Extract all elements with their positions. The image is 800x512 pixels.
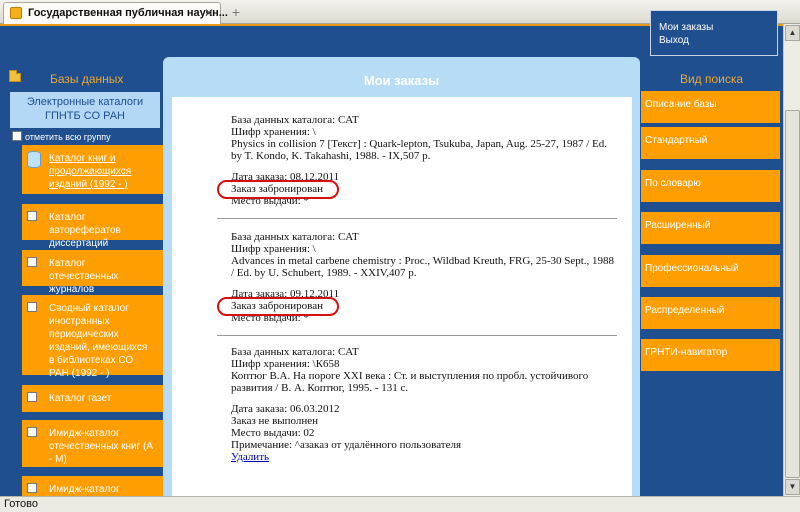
order-shelf: Шифр хранения: \К658 [231,358,340,370]
browser-tab[interactable]: Государственная публичная научн... ✕ [3,2,228,24]
catalog-item[interactable]: Имидж-каталог [22,476,163,496]
catalog-checkbox[interactable] [27,257,37,267]
search-type-distributed[interactable]: Распределенный [641,297,780,329]
search-type-standard[interactable]: Стандартный [641,127,780,159]
divider [217,335,617,336]
catalog-item-label[interactable]: Каталог авторефератов диссертаций [49,211,155,250]
order-status: Заказ не выполнен [231,415,319,427]
order-entry: База данных каталога: CAT Шифр хранения:… [217,231,619,324]
new-tab-button[interactable]: + [226,4,246,20]
order-date: Дата заказа: 06.03.2012 [231,403,340,415]
catalog-item-label[interactable]: Имидж-каталог отечественных книг (А - М) [49,427,155,466]
page-title: Мои заказы [363,73,440,88]
catalog-item[interactable]: Сводный каталог иностранных периодически… [22,295,163,379]
my-orders-link[interactable]: Мои заказы [659,21,777,34]
catalog-item-label[interactable]: Сводный каталог иностранных периодически… [49,302,155,380]
order-place: Место выдачи: 02 [231,427,315,439]
user-menu: Мои заказы Выход [650,10,778,56]
logout-link[interactable]: Выход [659,34,777,47]
search-type-grnti[interactable]: ГРНТИ-навигатор [641,339,780,371]
delete-link[interactable]: Удалить [231,451,269,463]
page-scrollbar[interactable]: ▲ ▼ [783,24,800,496]
catalog-checkbox[interactable] [27,427,37,437]
order-db: База данных каталога: CAT [231,231,359,243]
status-bar: Готово [0,496,800,512]
order-status: Заказ забронирован [217,297,339,316]
databases-heading: Базы данных [50,72,124,86]
scroll-thumb[interactable] [785,110,800,478]
catalog-item[interactable]: Имидж-каталог отечественных книг (А - М) [22,420,163,467]
orders-list: База данных каталога: CAT Шифр хранения:… [172,97,632,496]
status-text: Готово [4,498,38,510]
catalog-item-label[interactable]: Имидж-каталог [49,483,155,496]
scroll-up-icon[interactable]: ▲ [785,25,800,41]
order-db: База данных каталога: CAT [231,346,359,358]
catalog-item-label[interactable]: Каталог газет [49,392,155,405]
order-note: Примечание: ^азаказ от удалённого пользо… [231,439,462,451]
catalog-item[interactable]: Каталог авторефератов диссертаций [22,204,163,249]
order-description: Advances in metal carbene chemistry : Pr… [231,255,615,279]
close-tab-icon[interactable]: ✕ [204,6,214,20]
order-entry: База данных каталога: CAT Шифр хранения:… [231,346,619,463]
tab-title: Государственная публичная научн... [28,7,228,19]
search-type-heading: Вид поиска [679,72,744,86]
catalog-item-label[interactable]: Каталог книг и продолжающихся изданий (1… [49,152,155,191]
catalog-item[interactable]: Каталог газет [22,385,163,412]
order-shelf: Шифр хранения: \ [231,126,316,138]
catalog-item-label[interactable]: Каталог отечественных журналов [49,257,155,296]
catalog-item[interactable]: Каталог книг и продолжающихся изданий (1… [22,145,163,194]
order-description: Коптюг В.А. На пороге XXI века : Ст. и в… [231,370,589,394]
search-type-description[interactable]: Описание базы [641,91,780,123]
catalog-checkbox[interactable] [27,211,37,221]
order-db: База данных каталога: CAT [231,114,359,126]
active-catalog-tab[interactable]: Электронные каталоги ГПНТБ СО РАН [10,92,160,128]
database-icon [27,151,41,168]
catalog-checkbox[interactable] [27,392,37,402]
search-type-extended[interactable]: Расширенный [641,212,780,244]
scroll-down-icon[interactable]: ▼ [785,479,800,495]
search-type-professional[interactable]: Профессиональный [641,255,780,287]
folder-icon [9,70,21,82]
catalog-checkbox[interactable] [27,302,37,312]
order-shelf: Шифр хранения: \ [231,243,316,255]
select-all-label: отметить всю группу [25,132,111,142]
search-type-dictionary[interactable]: По словарю [641,170,780,202]
select-all-checkbox[interactable] [12,131,22,141]
order-entry: База данных каталога: CAT Шифр хранения:… [217,114,619,207]
favicon-icon [10,7,22,19]
catalog-item[interactable]: Каталог отечественных журналов [22,250,163,295]
catalog-checkbox[interactable] [27,483,37,493]
order-description: Physics in collision 7 [Текст] : Quark-l… [231,138,608,162]
divider [217,218,617,219]
order-status: Заказ забронирован [217,180,339,199]
